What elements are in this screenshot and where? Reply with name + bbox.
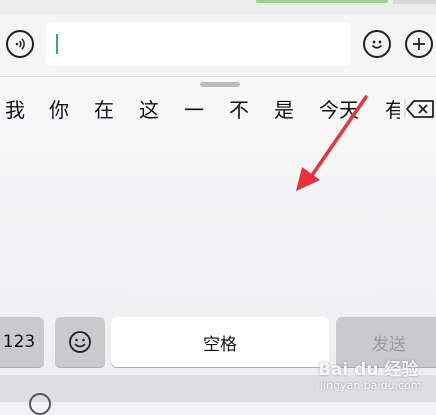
- keyboard-bottom-row: 123 空格 发送: [0, 317, 436, 371]
- emoji-key[interactable]: [55, 317, 105, 367]
- voice-icon: [15, 38, 25, 50]
- candidate-word[interactable]: 在: [94, 95, 114, 125]
- candidate-word[interactable]: 一: [184, 95, 204, 125]
- numeric-key[interactable]: 123: [0, 317, 44, 367]
- backspace-icon: [404, 99, 434, 119]
- voice-button[interactable]: [6, 30, 34, 58]
- candidate-word[interactable]: 你: [49, 95, 69, 125]
- top-green-bar: [256, 0, 388, 3]
- candidate-bar: 我 你 在 这 一 不 是 今天 有: [0, 95, 400, 125]
- add-button[interactable]: [405, 30, 433, 58]
- globe-icon[interactable]: [29, 393, 51, 415]
- chat-input-bar: [0, 14, 436, 77]
- candidate-word[interactable]: 不: [229, 95, 249, 125]
- keyboard: 我 你 在 这 一 不 是 今天 有 123 空格 发送: [0, 77, 436, 415]
- emoji-button[interactable]: [363, 30, 391, 58]
- numeric-key-label: 123: [2, 332, 36, 352]
- text-caret: [56, 34, 58, 54]
- send-key[interactable]: 发送: [336, 317, 436, 367]
- candidate-word[interactable]: 这: [139, 95, 159, 125]
- candidate-word[interactable]: 有: [385, 95, 400, 125]
- candidate-word[interactable]: 是: [274, 95, 294, 125]
- emoji-icon: [69, 331, 91, 353]
- space-key[interactable]: 空格: [111, 317, 329, 367]
- top-button-edge: [393, 0, 436, 4]
- message-input[interactable]: [46, 22, 351, 66]
- keyboard-drag-handle[interactable]: [200, 82, 240, 87]
- send-key-label: 发送: [372, 334, 406, 355]
- keyboard-lower-strip: [0, 375, 436, 415]
- plus-icon: [413, 38, 425, 50]
- candidate-word[interactable]: 我: [5, 95, 25, 125]
- emoji-icon: [371, 40, 383, 49]
- delete-key[interactable]: [404, 97, 436, 121]
- candidate-word[interactable]: 今天: [319, 95, 359, 125]
- top-strip: [0, 0, 436, 14]
- space-key-label: 空格: [203, 334, 237, 355]
